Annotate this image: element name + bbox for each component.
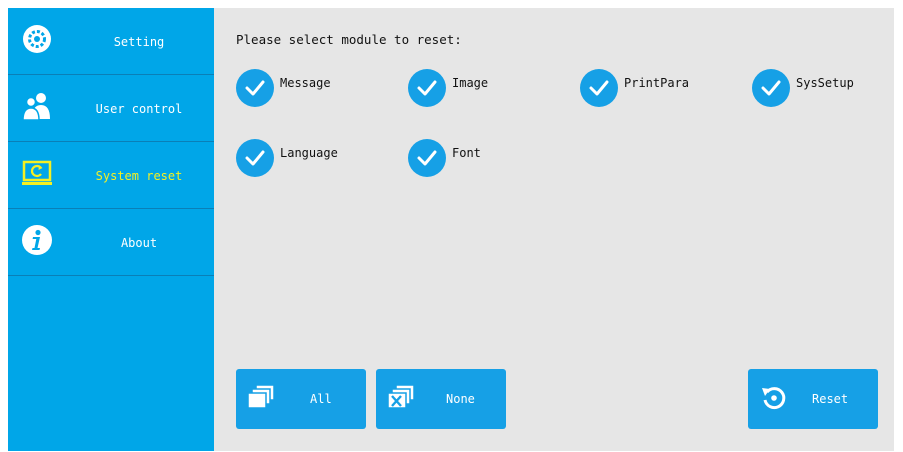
module-checkbox-printpara[interactable]: PrintPara [580,69,689,107]
system-reset-screen: Setting User control System reset About … [8,8,894,451]
gear-icon [20,22,54,56]
module-checkbox-message[interactable]: Message [236,69,331,107]
module-label: Message [280,76,331,90]
reset-icon [758,383,790,413]
reset-label: Reset [812,392,849,406]
info-icon [20,223,54,257]
reset-button[interactable]: Reset [748,369,878,429]
sidebar-item-label: About [120,235,158,250]
checkmark-icon [580,69,618,107]
module-checkbox-syssetup[interactable]: SysSetup [752,69,854,107]
select-all-label: All [310,392,332,406]
select-none-label: None [446,392,475,406]
module-label: Image [452,76,489,90]
sidebar-item-label: User control [95,101,183,116]
checkmark-icon [752,69,790,107]
module-label: SysSetup [796,76,854,90]
sidebar-item-system-reset[interactable]: System reset [8,142,214,209]
sidebar: Setting User control System reset About [8,8,214,451]
checkmark-icon [408,139,446,177]
module-checkbox-font[interactable]: Font [408,139,481,177]
module-label: Font [452,146,481,160]
sidebar-item-label: Setting [113,34,165,49]
select-none-button[interactable]: None [376,369,506,429]
sidebar-item-setting[interactable]: Setting [8,8,214,75]
module-checkbox-language[interactable]: Language [236,139,338,177]
main-content: Please select module to reset: Message I… [214,8,894,451]
checkmark-icon [236,69,274,107]
checkmark-icon [236,139,274,177]
sidebar-item-about[interactable]: About [8,209,214,276]
users-icon [20,89,54,123]
stack-pages-x-icon [386,383,418,413]
select-all-button[interactable]: All [236,369,366,429]
module-checkbox-image[interactable]: Image [408,69,488,107]
checkmark-icon [408,69,446,107]
module-label: Language [280,146,338,160]
module-label: PrintPara [624,76,690,90]
system-reset-icon [20,156,54,190]
sidebar-item-label: System reset [95,168,183,183]
sidebar-item-user-control[interactable]: User control [8,75,214,142]
page-title: Please select module to reset: [236,32,462,47]
stack-pages-icon [246,383,278,413]
